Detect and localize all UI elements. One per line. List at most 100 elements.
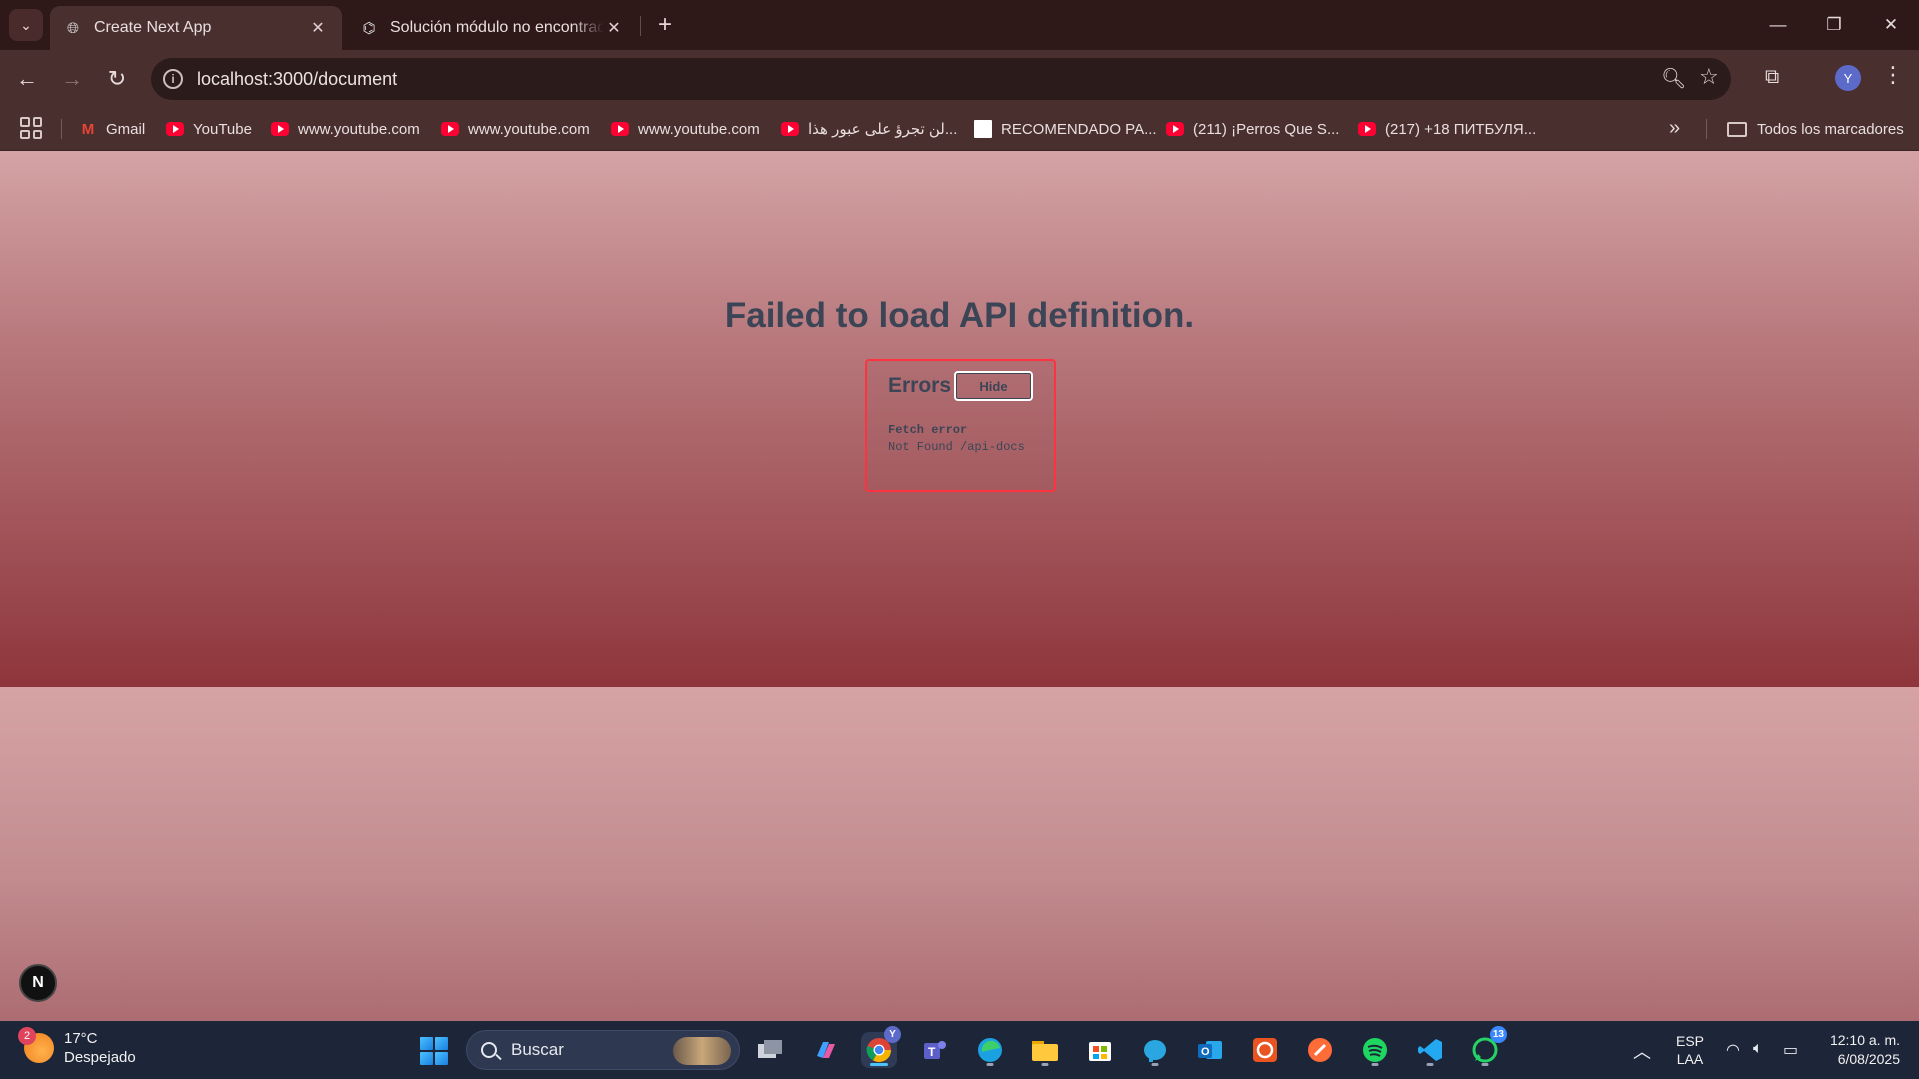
new-tab-button[interactable]: + (650, 10, 680, 40)
running-indicator (1426, 1063, 1434, 1066)
youtube-icon (166, 122, 184, 136)
microsoft-store-icon[interactable] (1082, 1032, 1118, 1068)
youtube-icon (1166, 122, 1184, 136)
apps-grid-icon[interactable] (20, 117, 42, 139)
nextjs-dev-badge[interactable]: N (19, 964, 57, 1002)
close-icon[interactable]: ✕ (308, 18, 328, 38)
all-bookmarks-folder[interactable]: Todos los marcadores (1727, 107, 1904, 151)
vscode-icon[interactable] (1412, 1032, 1448, 1068)
bookmark-item[interactable]: www.youtube.com (611, 107, 760, 151)
chevron-double-right-icon[interactable]: » (1669, 117, 1680, 140)
bookmark-item[interactable]: YouTube (166, 107, 252, 151)
close-icon: ✕ (1883, 15, 1899, 34)
bookmark-item[interactable]: لن تجرؤ على عبور هذا... (781, 107, 957, 151)
errors-header: Errors (888, 374, 952, 397)
error-message: Not Found /api-docs (888, 440, 1025, 454)
running-indicator (986, 1063, 994, 1066)
spotify-icon[interactable] (1357, 1032, 1393, 1068)
tab-solucion-modulo[interactable]: ⌬ Solución módulo no encontrado ✕ (346, 6, 638, 50)
postman-icon[interactable] (1302, 1032, 1338, 1068)
reload-button[interactable]: ↻ (100, 62, 134, 96)
url-text[interactable]: localhost:3000/document (197, 69, 397, 90)
bookmark-label: (211) ¡Perros Que S... (1193, 120, 1340, 138)
extensions-icon[interactable]: ⧉ (1765, 66, 1789, 90)
bookmark-label: Gmail (106, 120, 146, 138)
hide-button[interactable]: Hide (954, 371, 1033, 401)
tab-title: Solución módulo no encontrado (390, 19, 604, 36)
bookmark-item[interactable]: www.youtube.com (271, 107, 420, 151)
volume-icon[interactable]: 🔈︎ (1753, 1040, 1763, 1058)
ubuntu-icon[interactable] (1247, 1032, 1283, 1068)
minimize-button[interactable]: — (1750, 0, 1806, 50)
bookmark-item[interactable]: M Gmail (79, 107, 145, 151)
battery-icon[interactable]: ▭ (1783, 1040, 1798, 1060)
teams-icon[interactable]: T (917, 1032, 953, 1068)
file-explorer-icon[interactable] (1027, 1032, 1063, 1068)
bookmark-item[interactable]: (217) +18 ПИТБУЛЯ... (1358, 107, 1536, 151)
bookmark-label: www.youtube.com (468, 120, 590, 138)
windows-start-icon[interactable] (420, 1037, 448, 1065)
all-bookmarks-label: Todos los marcadores (1757, 120, 1904, 138)
youtube-icon (441, 122, 459, 136)
star-icon[interactable]: ☆ (1699, 64, 1719, 90)
task-view-icon[interactable] (752, 1032, 788, 1068)
outlook-icon[interactable]: O (1192, 1032, 1228, 1068)
bookmark-item[interactable]: www.youtube.com (441, 107, 590, 151)
page-title: Failed to load API definition. (724, 296, 1195, 335)
chrome-profile-badge: Y (884, 1026, 901, 1043)
profile-avatar[interactable]: Y (1835, 65, 1861, 91)
minimize-icon: — (1769, 15, 1787, 34)
keyboard-layout: LAA (1676, 1051, 1704, 1067)
tab-title: Create Next App (94, 19, 212, 36)
bookmark-separator (1706, 119, 1707, 139)
running-indicator (1371, 1063, 1379, 1066)
bookmark-label: RECOMENDADO PA... (1001, 120, 1157, 138)
weather-widget[interactable]: 2 17°C Despejado (18, 1027, 136, 1067)
forward-button[interactable]: → (55, 62, 89, 96)
reload-icon: ↻ (107, 66, 127, 91)
windows-taskbar: 2 17°C Despejado Buscar Y T O 13 ︿ ESP L… (0, 1021, 1919, 1079)
browser-toolbar: ← → ↻ i localhost:3000/document 🔍︎ ☆ ⧉ Y… (0, 50, 1919, 107)
more-menu-icon[interactable]: ⋮ (1882, 62, 1904, 88)
language-indicator[interactable]: ESP LAA (1676, 1032, 1704, 1068)
back-button[interactable]: ← (10, 62, 44, 96)
postgres-elephant-icon[interactable] (1137, 1032, 1173, 1068)
weather-moon-icon: 2 (18, 1027, 54, 1063)
gmail-icon: M (81, 120, 95, 138)
taskbar-search[interactable]: Buscar (466, 1030, 740, 1070)
arrow-right-icon: → (61, 66, 83, 91)
chevron-up-icon[interactable]: ︿ (1633, 1038, 1651, 1064)
search-placeholder: Buscar (511, 1040, 564, 1059)
restore-button[interactable]: ❐ (1806, 0, 1862, 50)
youtube-icon (611, 122, 629, 136)
address-bar[interactable]: i localhost:3000/document 🔍︎ ☆ (151, 58, 1731, 100)
close-window-button[interactable]: ✕ (1863, 0, 1919, 50)
tab-search-button[interactable]: ⌄ (9, 9, 43, 41)
copilot-icon[interactable] (807, 1032, 843, 1068)
edge-icon[interactable] (972, 1032, 1008, 1068)
close-icon[interactable]: ✕ (604, 18, 624, 38)
wifi-icon[interactable]: ◠ (1726, 1040, 1740, 1060)
bookmark-label: لن تجرؤ على عبور هذا... (808, 121, 958, 138)
whatsapp-icon[interactable]: 13 (1467, 1026, 1507, 1068)
tab-strip: ⌄ 🌐︎ Create Next App ✕ ⌬ Solución módulo… (0, 0, 1919, 50)
clock-date: 6/08/2025 (1837, 1051, 1900, 1067)
system-clock[interactable]: 12:10 a. m. 6/08/2025 (1820, 1031, 1900, 1069)
bookmark-separator (61, 119, 62, 139)
chevron-down-icon: ⌄ (20, 16, 32, 33)
language-code: ESP (1676, 1033, 1705, 1049)
zoom-icon[interactable]: 🔍︎ (1661, 66, 1686, 91)
tab-create-next-app[interactable]: 🌐︎ Create Next App ✕ (50, 6, 342, 50)
weather-desc: Despejado (64, 1049, 136, 1066)
whatsapp-badge: 13 (1489, 1026, 1507, 1043)
arrow-left-icon: ← (16, 66, 38, 91)
search-icon (481, 1042, 497, 1058)
restore-icon: ❐ (1826, 15, 1842, 34)
info-icon[interactable]: i (163, 69, 183, 89)
running-indicator (1481, 1063, 1489, 1066)
chrome-icon[interactable]: Y (861, 1026, 901, 1068)
page-content: Failed to load API definition. Errors Hi… (0, 151, 1919, 1021)
error-title: Fetch error (888, 423, 968, 437)
bookmark-item[interactable]: RECOMENDADO PA... (974, 107, 1157, 151)
bookmark-item[interactable]: (211) ¡Perros Que S... (1166, 107, 1339, 151)
